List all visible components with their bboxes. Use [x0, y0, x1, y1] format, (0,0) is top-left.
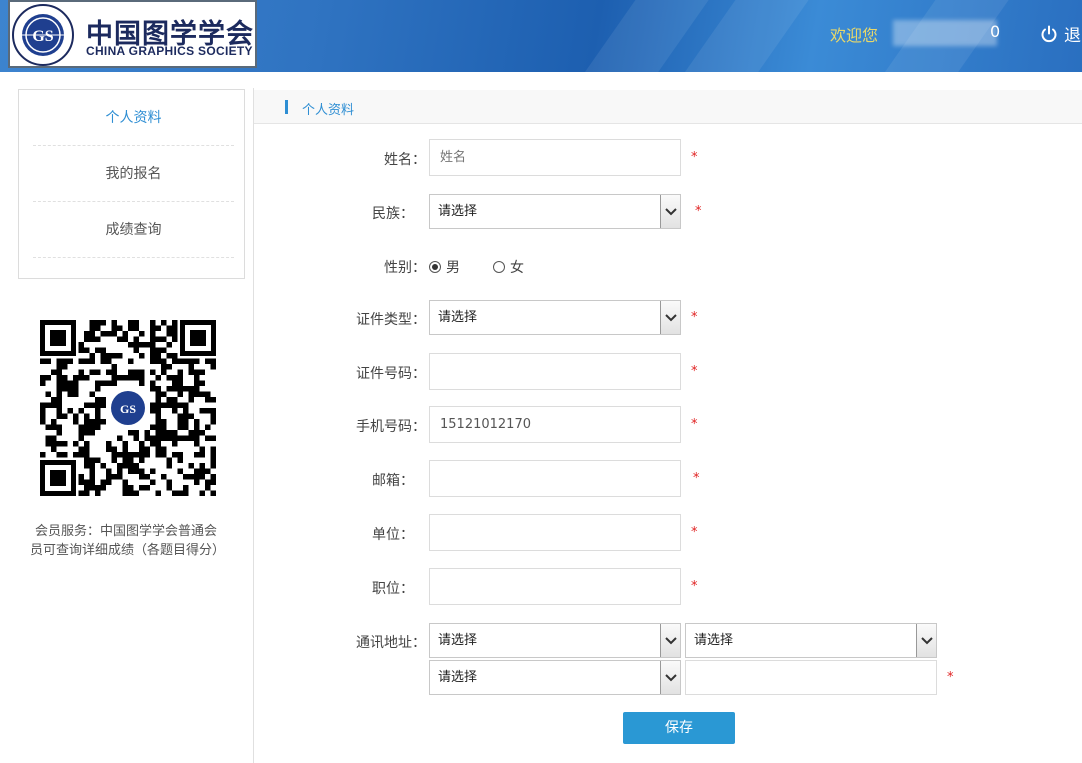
province-select[interactable]: 请选择 [429, 623, 681, 658]
site-logo[interactable]: GS 中国图学学会 CHINA GRAPHICS SOCIETY [8, 0, 257, 68]
chevron-down-icon [916, 624, 936, 657]
column-divider [253, 88, 254, 763]
logout-label: 退 [1064, 26, 1081, 46]
organization-label: 单位： [372, 527, 414, 543]
required-mark: * [693, 471, 700, 486]
sidebar-item-registrations[interactable]: 我的报名 [33, 146, 234, 202]
save-button[interactable]: 保存 [623, 712, 735, 744]
id-number-input[interactable] [429, 353, 681, 390]
province-selected: 请选择 [438, 633, 478, 648]
mobile-input[interactable] [429, 406, 681, 443]
power-icon [1041, 25, 1057, 42]
logo-english-name: CHINA GRAPHICS SOCIETY [86, 44, 253, 58]
gender-label: 性别： [384, 260, 426, 276]
required-mark: * [691, 150, 698, 165]
mobile-label: 手机号码： [356, 419, 426, 435]
city-selected: 请选择 [694, 633, 734, 648]
id-type-selected: 请选择 [438, 310, 478, 325]
sidebar-item-scores[interactable]: 成绩查询 [33, 202, 234, 258]
required-mark: * [691, 579, 698, 594]
section-marker [285, 100, 288, 114]
address-detail-input[interactable] [685, 660, 937, 695]
district-select[interactable]: 请选择 [429, 660, 681, 695]
gender-female-label: 女 [510, 260, 524, 276]
required-mark: * [691, 417, 698, 432]
id-number-label: 证件号码： [356, 366, 426, 382]
district-selected: 请选择 [438, 670, 478, 685]
email-label: 邮箱： [372, 473, 414, 489]
required-mark: * [691, 364, 698, 379]
required-mark: * [947, 670, 954, 685]
chevron-down-icon [660, 661, 680, 694]
address-label: 通讯地址： [356, 635, 426, 651]
ethnicity-selected: 请选择 [438, 204, 478, 219]
logout-button[interactable]: 退 [1040, 21, 1081, 46]
position-input[interactable] [429, 568, 681, 605]
gs-seal-icon: GS [12, 4, 74, 66]
required-mark: * [691, 525, 698, 540]
gender-male-radio[interactable]: 男 [429, 257, 460, 277]
qr-code: GS [40, 320, 216, 496]
header-decoration [548, 0, 712, 72]
section-header: 个人资料 [254, 90, 1082, 124]
svg-text:GS: GS [32, 28, 53, 45]
chevron-down-icon [660, 624, 680, 657]
organization-input[interactable] [429, 514, 681, 551]
radio-checked-icon [429, 261, 441, 273]
city-select[interactable]: 请选择 [685, 623, 937, 658]
sidebar-menu: 个人资料 我的报名 成绩查询 [18, 89, 245, 279]
email-input[interactable] [429, 460, 681, 497]
id-type-label: 证件类型： [356, 312, 426, 328]
section-title: 个人资料 [302, 103, 355, 118]
member-service-note: 会员服务：中国图学学会普通会员可查询详细成绩（各题目得分） [30, 524, 226, 558]
chevron-down-icon [660, 195, 680, 228]
gender-male-label: 男 [446, 260, 460, 276]
chevron-down-icon [660, 301, 680, 334]
required-mark: * [691, 310, 698, 325]
position-label: 职位： [372, 581, 414, 597]
name-label: 姓名： [384, 152, 426, 168]
ethnicity-select[interactable]: 请选择 [429, 194, 681, 229]
username-redacted [893, 20, 997, 46]
required-mark: * [695, 204, 702, 219]
welcome-text: 欢迎您 [830, 26, 879, 45]
name-input[interactable] [429, 139, 681, 176]
gender-female-radio[interactable]: 女 [493, 257, 524, 277]
radio-unchecked-icon [493, 261, 505, 273]
username-text: 0 [990, 22, 1001, 41]
sidebar-item-profile[interactable]: 个人资料 [33, 90, 234, 146]
svg-text:GS: GS [120, 402, 136, 416]
top-header: GS 中国图学学会 CHINA GRAPHICS SOCIETY 欢迎您 0 退 [0, 0, 1082, 72]
id-type-select[interactable]: 请选择 [429, 300, 681, 335]
ethnicity-label: 民族： [372, 206, 414, 222]
